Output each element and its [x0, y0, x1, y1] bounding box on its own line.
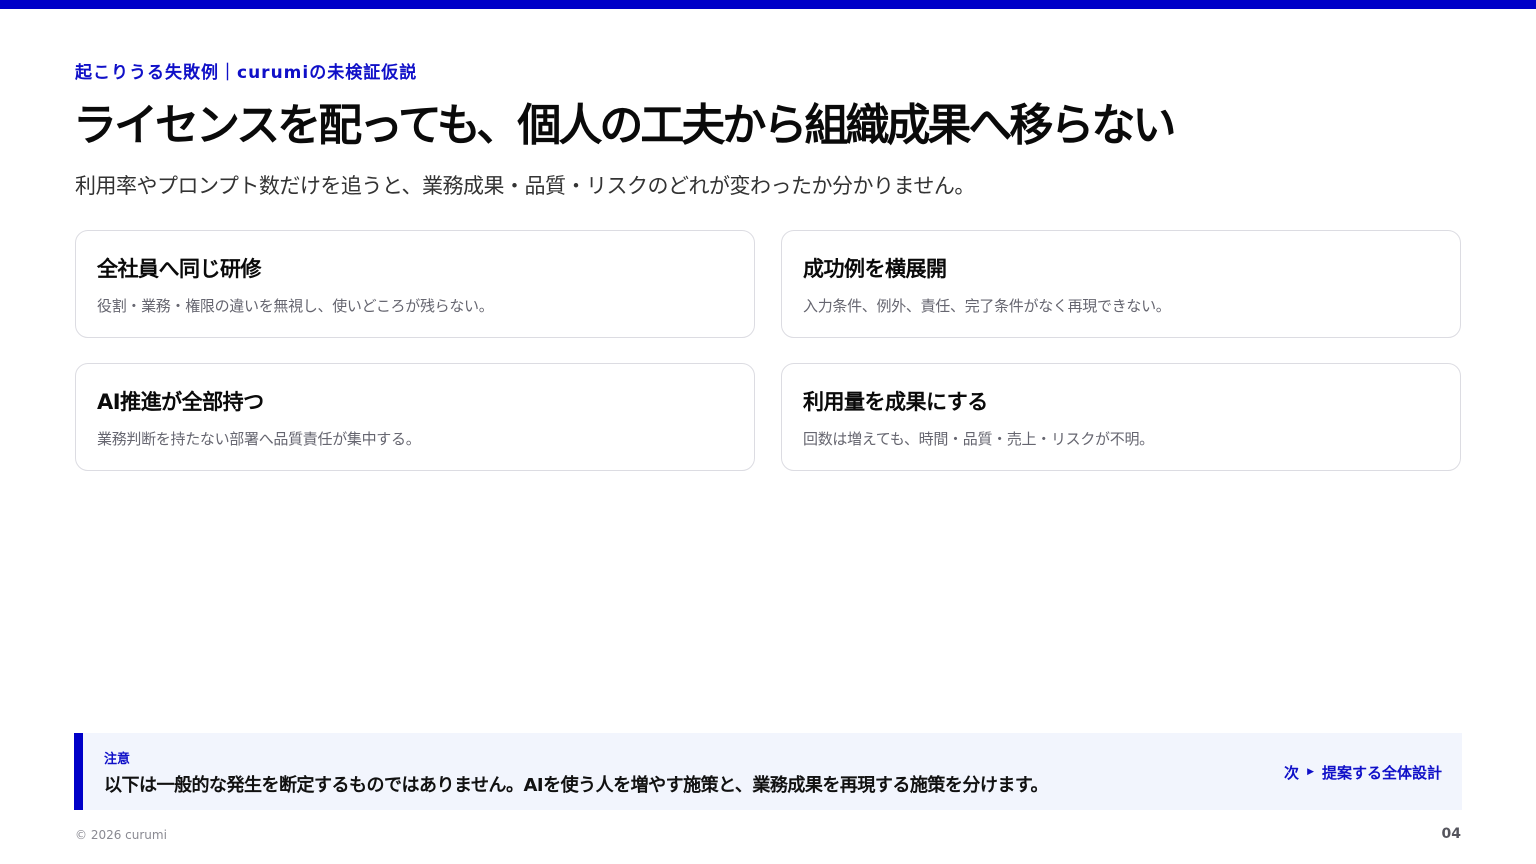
triangle-right-icon: ▶ [1307, 767, 1314, 777]
failure-card-usage-metric: 利用量を成果にする 回数は増えても、時間・品質・売上・リスクが不明。 [781, 363, 1461, 471]
page-number: 04 [1441, 826, 1461, 842]
card-description: 役割・業務・権限の違いを無視し、使いどころが残らない。 [97, 297, 494, 315]
card-title: 全社員へ同じ研修 [97, 257, 262, 281]
card-title: 利用量を成果にする [803, 390, 988, 414]
card-title: 成功例を横展開 [803, 257, 947, 281]
page-subtitle: 利用率やプロンプト数だけを追うと、業務成果・品質・リスクのどれが変わったか分かり… [75, 174, 975, 198]
top-accent-bar [0, 0, 1536, 9]
page-title: ライセンスを配っても、個人の工夫から組織成果へ移らない [73, 100, 1176, 151]
failure-card-training: 全社員へ同じ研修 役割・業務・権限の違いを無視し、使いどころが残らない。 [75, 230, 755, 338]
card-description: 回数は増えても、時間・品質・売上・リスクが不明。 [803, 430, 1154, 448]
next-section-link[interactable]: 次 ▶ 提案する全体設計 [1284, 762, 1442, 783]
failure-card-ownership: AI推進が全部持つ 業務判断を持たない部署へ品質責任が集中する。 [75, 363, 755, 471]
next-label: 提案する全体設計 [1321, 764, 1442, 782]
caution-note: 注意 以下は一般的な発生を断定するものではありません。AIを使う人を増やす施策と… [74, 733, 1462, 810]
card-description: 入力条件、例外、責任、完了条件がなく再現できない。 [803, 297, 1171, 315]
card-title: AI推進が全部持つ [97, 390, 264, 414]
note-label: 注意 [104, 752, 131, 767]
next-prefix: 次 [1284, 764, 1300, 782]
failure-card-rollout: 成功例を横展開 入力条件、例外、責任、完了条件がなく再現できない。 [781, 230, 1461, 338]
section-eyebrow: 起こりうる失敗例｜curumiの未検証仮説 [75, 63, 418, 83]
copyright: © 2026 curumi [75, 828, 167, 842]
note-text: 以下は一般的な発生を断定するものではありません。AIを使う人を増やす施策と、業務… [104, 775, 1049, 796]
card-description: 業務判断を持たない部署へ品質責任が集中する。 [97, 430, 421, 448]
slide: 起こりうる失敗例｜curumiの未検証仮説 ライセンスを配っても、個人の工夫から… [0, 0, 1536, 864]
